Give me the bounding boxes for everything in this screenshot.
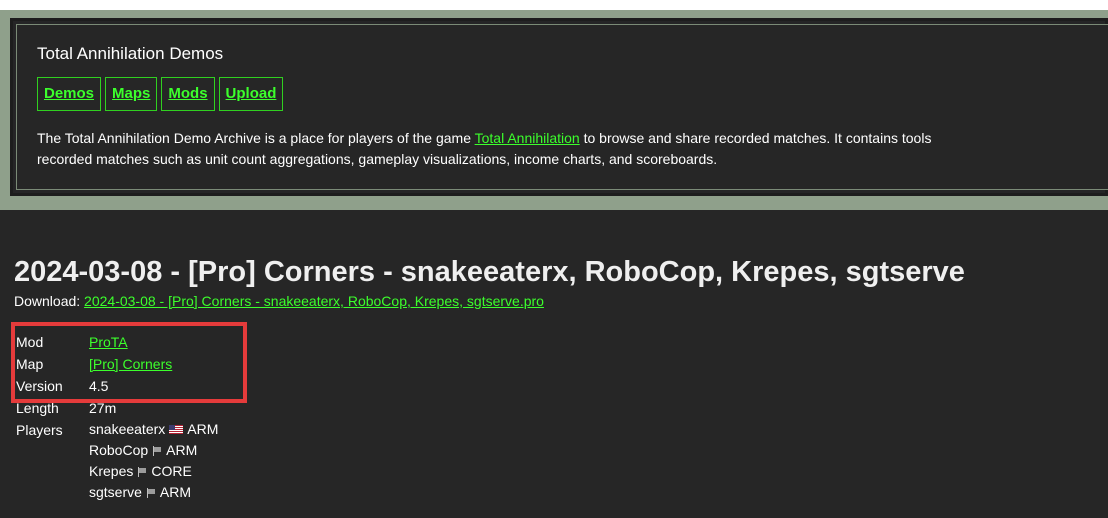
intro-text: The Total Annihilation Demo Archive is a… [37,128,1108,170]
player-row: snakeeaterx ARM [89,419,218,440]
site-title: Total Annihilation Demos [37,44,224,63]
players-label: Players [16,422,63,438]
player-name: snakeeaterx [89,421,166,437]
version-label: Version [16,378,63,394]
length-label: Length [16,400,59,416]
download-line: Download: 2024-03-08 - [Pro] Corners - s… [14,293,544,309]
intro-suffix: to browse and share recorded matches. It… [579,130,932,146]
player-row: RoboCop ARM [89,440,218,461]
nav-mods-link[interactable]: Mods [161,77,215,111]
map-label: Map [16,356,44,372]
nav-demos-link[interactable]: Demos [37,77,102,111]
page-title: 2024-03-08 - [Pro] Corners - snakeeaterx… [14,256,965,289]
nav-maps-link[interactable]: Maps [105,77,158,111]
version-value: 4.5 [89,378,109,394]
version-row: Version 4.5 [16,375,218,397]
player-row: Krepes CORE [89,461,218,482]
length-value: 27m [89,400,117,416]
generic-flag-icon [152,445,162,456]
top-strip [0,0,1108,10]
map-row: Map [Pro] Corners [16,353,218,375]
mod-label: Mod [16,334,44,350]
intro-prefix: The Total Annihilation Demo Archive is a… [37,130,475,146]
mod-value: ProTA [89,331,128,353]
player-side: CORE [151,463,192,479]
page: Total Annihilation Demos Demos Maps Mods… [0,0,1108,518]
map-link[interactable]: [Pro] Corners [89,356,172,372]
mod-link[interactable]: ProTA [89,334,128,350]
player-name: Krepes [89,463,134,479]
player-side: ARM [187,421,219,437]
player-side: ARM [159,484,192,500]
map-value: [Pro] Corners [89,353,172,375]
player-row: sgtserve ARM [89,482,218,503]
download-label: Download: [14,293,81,309]
main-nav: Demos Maps Mods Upload [37,77,284,111]
us-flag-icon [169,425,184,434]
generic-flag-icon [137,466,147,477]
mod-row: Mod ProTA [16,331,218,353]
demo-meta: Mod ProTA Map [Pro] Corners Version 4.5 … [16,331,218,503]
player-side: ARM [166,442,198,458]
generic-flag-icon [146,487,156,498]
length-row: Length 27m [16,397,218,419]
download-link[interactable]: 2024-03-08 - [Pro] Corners - snakeeaterx… [84,293,544,309]
player-name: sgtserve [89,484,142,500]
intro-line-2: recorded matches such as unit count aggr… [37,151,718,167]
players-list: snakeeaterx ARM RoboCop ARM Krepes CORE … [89,419,218,503]
player-name: RoboCop [89,442,149,458]
nav-upload-link[interactable]: Upload [218,77,284,111]
total-annihilation-link[interactable]: Total Annihilation [475,130,580,146]
players-row: Players snakeeaterx ARM RoboCop ARM Krep… [16,419,218,503]
